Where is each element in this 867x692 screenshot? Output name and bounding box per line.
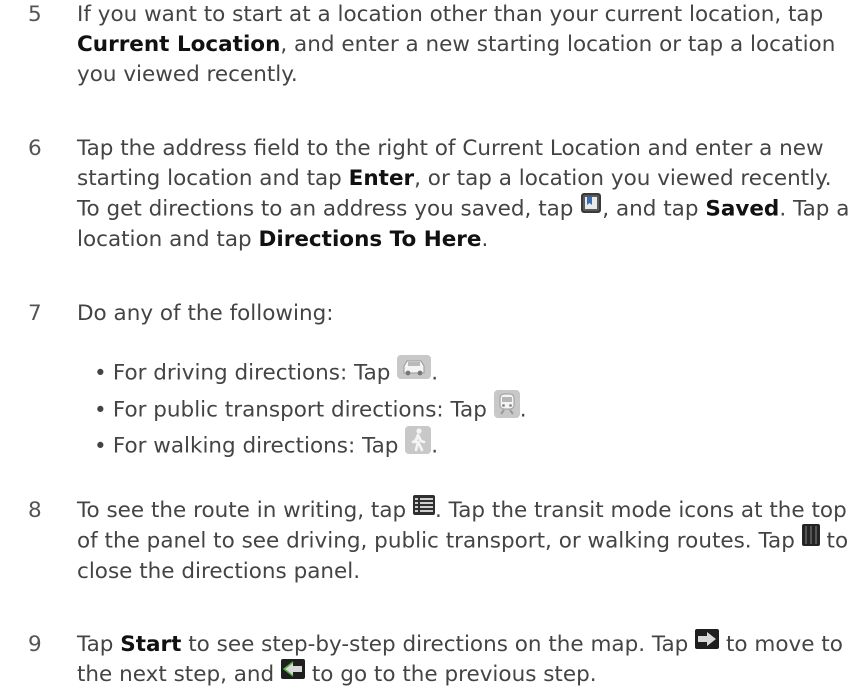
period: . xyxy=(431,433,439,459)
bold-term: Start xyxy=(120,632,182,657)
list-item: • For public transport directions: Tap . xyxy=(94,390,794,429)
arrow-left-icon xyxy=(281,658,306,688)
step-text-part: to see step-by-step directions on the ma… xyxy=(181,632,696,657)
step-number: 5 xyxy=(28,2,42,27)
walking-icon xyxy=(405,426,432,463)
bold-term: Saved xyxy=(705,196,780,222)
train-icon xyxy=(493,390,520,427)
step-text-part: To see the route in writing, tap xyxy=(77,498,413,523)
step-text-part: to go to the previous step. xyxy=(305,662,597,687)
step-text: Do any of the following: xyxy=(77,301,334,326)
bold-term: Directions To Here xyxy=(258,227,482,252)
list-icon xyxy=(412,494,435,524)
step-number: 6 xyxy=(28,136,42,161)
list-item-text: For driving directions: Tap xyxy=(112,360,398,386)
step-text-part: . xyxy=(481,227,489,252)
bullet: • xyxy=(94,397,107,423)
list-item-text: For public transport directions: Tap xyxy=(112,397,494,423)
step-text: Tap the address field to the right of Cu… xyxy=(77,134,859,255)
step-text-part: , and tap xyxy=(602,196,706,222)
list-item-text: For walking directions: Tap xyxy=(112,433,406,459)
bookmarks-icon xyxy=(580,192,602,223)
bullet: • xyxy=(94,360,107,386)
step-text-part: If you want to start at a location other… xyxy=(77,2,824,27)
period: . xyxy=(431,360,439,386)
list-item: • For driving directions: Tap . xyxy=(94,355,794,390)
period: . xyxy=(519,397,527,423)
step-number: 8 xyxy=(28,498,42,523)
panel-close-icon xyxy=(801,524,820,555)
step-text: If you want to start at a location other… xyxy=(77,0,859,90)
bold-term: Current Location xyxy=(77,32,281,57)
step-text-part: Tap xyxy=(77,632,121,657)
arrow-right-icon xyxy=(695,628,720,658)
step-text: To see the route in writing, tap . Tap t… xyxy=(77,494,859,587)
step-number: 7 xyxy=(28,301,42,326)
car-icon xyxy=(397,355,432,388)
step-text: Tap Start to see step-by-step directions… xyxy=(77,628,859,690)
list-item: • For walking directions: Tap . xyxy=(94,426,794,465)
step-number: 9 xyxy=(28,632,42,657)
bullet: • xyxy=(94,433,107,459)
bold-term: Enter xyxy=(348,166,415,191)
